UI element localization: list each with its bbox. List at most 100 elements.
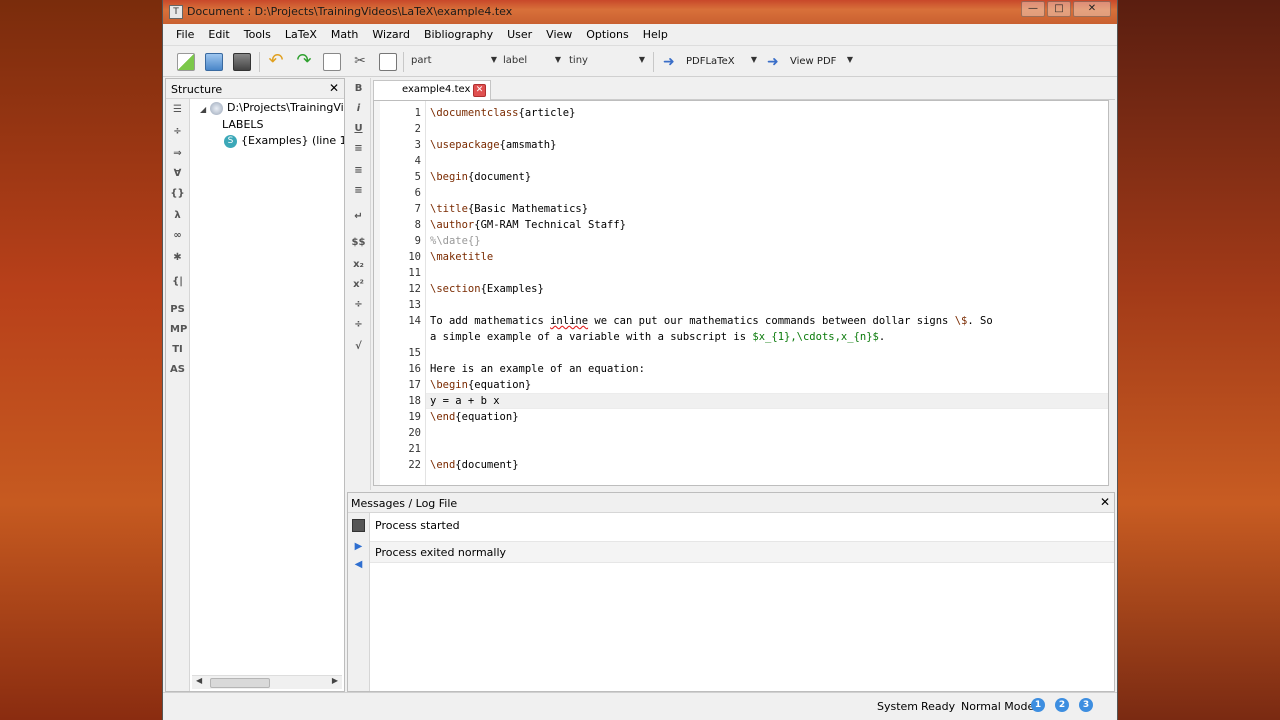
tree-document-node[interactable]: D:\Projects\TrainingVi [210,101,344,115]
menu-edit[interactable]: Edit [201,24,236,45]
infinity-icon[interactable]: ∞ [170,229,185,244]
view-combo[interactable]: ▼ [837,53,855,71]
build-command-label[interactable]: PDFLaTeX [686,56,735,67]
line-number: 15 [408,347,421,359]
tikz-icon[interactable]: TI [170,343,185,358]
code-line[interactable]: \section{Examples} [430,283,544,295]
redo-icon[interactable]: ↷ [295,52,313,71]
scrollbar-thumb[interactable] [210,678,270,688]
arrows-icon[interactable]: ⇒ [170,147,185,162]
bold-icon[interactable]: B [351,82,366,97]
tab-example4[interactable]: example4.tex ✕ [373,80,491,100]
code-line[interactable]: \documentclass{article} [430,107,575,119]
code-line[interactable]: \maketitle [430,251,493,263]
menu-math[interactable]: Math [324,24,366,45]
status-badge-2[interactable]: 2 [1055,698,1069,712]
view-pdf-icon[interactable]: ➜ [767,55,783,69]
menu-tools[interactable]: Tools [237,24,278,45]
code-line[interactable]: \usepackage{amsmath} [430,139,556,151]
code-line[interactable]: \author{GM-RAM Technical Staff} [430,219,626,231]
code-line[interactable]: y = a + b x [430,395,500,407]
code-line[interactable]: To add mathematics inline we can put our… [430,315,993,327]
previous-error-icon[interactable]: ◀ [352,559,365,572]
align-center-icon[interactable]: ≡ [351,164,366,179]
code-line[interactable]: \begin{equation} [430,379,531,391]
menu-bibliography[interactable]: Bibliography [417,24,500,45]
view-pdf-label[interactable]: View PDF [790,56,836,67]
code-line[interactable]: a simple example of a variable with a su… [430,331,885,343]
metapost-icon[interactable]: MP [170,323,187,338]
math-mode-icon[interactable]: $$ [351,236,366,251]
paste-icon[interactable] [379,53,397,71]
tree-labels-node[interactable]: LABELS [222,118,264,131]
fraction-icon[interactable]: ÷ [351,298,366,313]
align-right-icon[interactable]: ≡ [351,184,366,199]
next-error-icon[interactable]: ▶ [352,541,365,554]
new-line-icon[interactable]: ↵ [351,210,366,225]
italic-icon[interactable]: i [351,102,366,117]
code-line[interactable]: \end{document} [430,459,519,471]
asymptote-icon[interactable]: AS [170,363,185,378]
close-structure-icon[interactable]: ✕ [329,81,339,95]
line-number: 14 [408,315,421,327]
save-icon[interactable] [233,53,251,71]
scroll-right-icon[interactable]: ▶ [332,676,338,685]
message-row[interactable]: Process exited normally [370,541,1114,563]
code-line[interactable]: \title{Basic Mathematics} [430,203,588,215]
relations-icon[interactable]: ÷ [170,125,185,140]
status-mode: Normal Mode [961,700,1035,713]
status-badge-3[interactable]: 3 [1079,698,1093,712]
formatting-strip: B i U ≡ ≡ ≡ ↵ $$ x₂ x² ÷ ÷ √ [347,78,371,490]
status-badge-1[interactable]: 1 [1031,698,1045,712]
asterisk-icon[interactable]: ✱ [170,251,185,266]
close-messages-icon[interactable]: ✕ [1100,495,1110,509]
new-file-icon[interactable] [177,53,195,71]
menu-options[interactable]: Options [579,24,635,45]
misc-symbols-icon[interactable]: ∀ [170,167,185,182]
message-row[interactable]: Process started [370,515,1114,537]
tree-section-node[interactable]: S {Examples} (line 12 [224,134,344,148]
build-combo[interactable]: ▼ [741,53,759,71]
title-bar[interactable]: T Document : D:\Projects\TrainingVideos\… [163,0,1117,24]
sqrt-icon[interactable]: √ [351,340,366,355]
log-view-icon[interactable] [352,519,365,532]
greek-icon[interactable]: λ [170,209,185,224]
label-combo[interactable]: label ▼ [499,53,563,71]
copy-icon[interactable] [323,53,341,71]
line-number: 11 [408,267,421,279]
code-line[interactable]: \begin{document} [430,171,531,183]
undo-icon[interactable]: ↶ [267,52,285,71]
pstricks-icon[interactable]: PS [170,303,185,318]
menu-wizard[interactable]: Wizard [365,24,417,45]
delimiters-icon[interactable]: {} [170,187,185,202]
cut-icon[interactable]: ✂ [351,53,369,71]
menu-file[interactable]: File [169,24,201,45]
menu-latex[interactable]: LaTeX [278,24,324,45]
code-line[interactable]: Here is an example of an equation: [430,363,645,375]
tree-expander-icon[interactable]: ◢ [200,105,206,114]
close-window-button[interactable]: ✕ [1073,1,1111,17]
sectioning-icon[interactable]: ☰ [170,103,185,118]
maximize-button[interactable]: □ [1047,1,1071,17]
code-line[interactable]: %\date{} [430,235,481,247]
brackets-icon[interactable]: {| [170,275,185,290]
underline-icon[interactable]: U [351,122,366,137]
part-combo[interactable]: part ▼ [407,53,499,71]
code-editor[interactable]: 1 2 3 4 5 6 7 8 9 10 11 12 13 14 15 16 17 18 19 20 21 22 \doc… [373,100,1109,486]
dfrac-icon[interactable]: ÷ [351,318,366,333]
structure-horizontal-scrollbar[interactable]: ◀ ▶ [192,675,342,689]
quick-build-icon[interactable]: ➜ [663,55,679,69]
align-left-icon[interactable]: ≡ [351,142,366,157]
close-tab-icon[interactable]: ✕ [473,84,486,97]
subscript-icon[interactable]: x₂ [351,258,366,273]
size-combo[interactable]: tiny ▼ [565,53,647,71]
superscript-icon[interactable]: x² [351,278,366,293]
scroll-left-icon[interactable]: ◀ [196,676,202,685]
menu-user[interactable]: User [500,24,539,45]
menu-help[interactable]: Help [636,24,675,45]
minimize-button[interactable]: — [1021,1,1045,17]
chevron-down-icon: ▼ [554,55,561,64]
open-file-icon[interactable] [205,53,223,71]
menu-view[interactable]: View [539,24,579,45]
code-line[interactable]: \end{equation} [430,411,519,423]
